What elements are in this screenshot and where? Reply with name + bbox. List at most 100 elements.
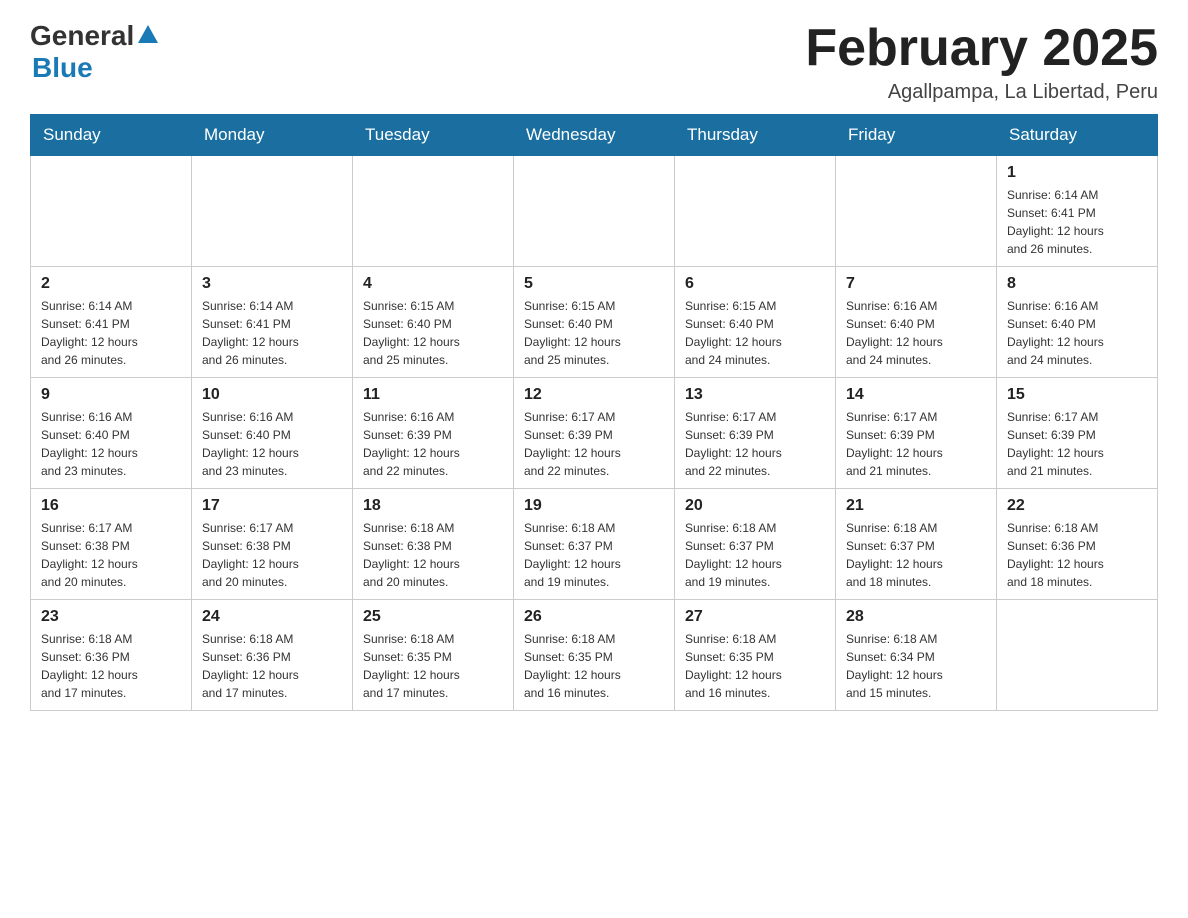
day-cell: 27 Sunrise: 6:18 AM Sunset: 6:35 PM Dayli… — [675, 600, 836, 711]
day-info: Sunrise: 6:14 AM Sunset: 6:41 PM Dayligh… — [202, 297, 342, 369]
day-info: Sunrise: 6:17 AM Sunset: 6:39 PM Dayligh… — [524, 408, 664, 480]
day-cell — [675, 156, 836, 267]
day-info: Sunrise: 6:16 AM Sunset: 6:40 PM Dayligh… — [846, 297, 986, 369]
day-cell: 17 Sunrise: 6:17 AM Sunset: 6:38 PM Dayli… — [192, 489, 353, 600]
day-cell: 9 Sunrise: 6:16 AM Sunset: 6:40 PM Daylig… — [31, 378, 192, 489]
day-number: 22 — [1007, 497, 1147, 515]
week-row-2: 2 Sunrise: 6:14 AM Sunset: 6:41 PM Daylig… — [31, 267, 1158, 378]
day-number: 17 — [202, 497, 342, 515]
day-cell: 8 Sunrise: 6:16 AM Sunset: 6:40 PM Daylig… — [997, 267, 1158, 378]
day-cell: 3 Sunrise: 6:14 AM Sunset: 6:41 PM Daylig… — [192, 267, 353, 378]
day-number: 15 — [1007, 386, 1147, 404]
day-cell: 20 Sunrise: 6:18 AM Sunset: 6:37 PM Dayli… — [675, 489, 836, 600]
day-info: Sunrise: 6:17 AM Sunset: 6:38 PM Dayligh… — [202, 519, 342, 591]
day-cell: 24 Sunrise: 6:18 AM Sunset: 6:36 PM Dayli… — [192, 600, 353, 711]
day-number: 7 — [846, 275, 986, 293]
logo-general-text: General — [30, 20, 134, 52]
day-info: Sunrise: 6:17 AM Sunset: 6:38 PM Dayligh… — [41, 519, 181, 591]
day-cell: 23 Sunrise: 6:18 AM Sunset: 6:36 PM Dayli… — [31, 600, 192, 711]
calendar-subtitle: Agallpampa, La Libertad, Peru — [805, 81, 1158, 104]
day-number: 9 — [41, 386, 181, 404]
day-info: Sunrise: 6:15 AM Sunset: 6:40 PM Dayligh… — [685, 297, 825, 369]
day-number: 18 — [363, 497, 503, 515]
header-cell-monday: Monday — [192, 115, 353, 156]
day-info: Sunrise: 6:16 AM Sunset: 6:40 PM Dayligh… — [41, 408, 181, 480]
day-info: Sunrise: 6:18 AM Sunset: 6:35 PM Dayligh… — [363, 630, 503, 702]
day-number: 23 — [41, 608, 181, 626]
day-cell: 1Sunrise: 6:14 AM Sunset: 6:41 PM Daylig… — [997, 156, 1158, 267]
day-cell: 25 Sunrise: 6:18 AM Sunset: 6:35 PM Dayli… — [353, 600, 514, 711]
day-cell: 26Sunrise: 6:18 AM Sunset: 6:35 PM Dayli… — [514, 600, 675, 711]
day-info: Sunrise: 6:14 AM Sunset: 6:41 PM Dayligh… — [41, 297, 181, 369]
day-cell — [192, 156, 353, 267]
week-row-4: 16Sunrise: 6:17 AM Sunset: 6:38 PM Dayli… — [31, 489, 1158, 600]
day-number: 12 — [524, 386, 664, 404]
day-info: Sunrise: 6:18 AM Sunset: 6:36 PM Dayligh… — [41, 630, 181, 702]
header-cell-friday: Friday — [836, 115, 997, 156]
day-number: 4 — [363, 275, 503, 293]
day-info: Sunrise: 6:18 AM Sunset: 6:35 PM Dayligh… — [685, 630, 825, 702]
day-cell: 2 Sunrise: 6:14 AM Sunset: 6:41 PM Daylig… — [31, 267, 192, 378]
day-info: Sunrise: 6:18 AM Sunset: 6:37 PM Dayligh… — [846, 519, 986, 591]
header-cell-saturday: Saturday — [997, 115, 1158, 156]
day-number: 11 — [363, 386, 503, 404]
day-info: Sunrise: 6:17 AM Sunset: 6:39 PM Dayligh… — [685, 408, 825, 480]
day-cell — [997, 600, 1158, 711]
day-number: 6 — [685, 275, 825, 293]
day-number: 28 — [846, 608, 986, 626]
page-header: General Blue February 2025 Agallpampa, L… — [30, 20, 1158, 104]
day-cell: 5Sunrise: 6:15 AM Sunset: 6:40 PM Daylig… — [514, 267, 675, 378]
day-info: Sunrise: 6:18 AM Sunset: 6:38 PM Dayligh… — [363, 519, 503, 591]
day-cell: 21 Sunrise: 6:18 AM Sunset: 6:37 PM Dayli… — [836, 489, 997, 600]
week-row-5: 23 Sunrise: 6:18 AM Sunset: 6:36 PM Dayli… — [31, 600, 1158, 711]
header-cell-sunday: Sunday — [31, 115, 192, 156]
calendar-header: SundayMondayTuesdayWednesdayThursdayFrid… — [31, 115, 1158, 156]
header-cell-wednesday: Wednesday — [514, 115, 675, 156]
day-cell — [31, 156, 192, 267]
day-info: Sunrise: 6:16 AM Sunset: 6:39 PM Dayligh… — [363, 408, 503, 480]
day-number: 25 — [363, 608, 503, 626]
day-info: Sunrise: 6:14 AM Sunset: 6:41 PM Dayligh… — [1007, 186, 1147, 258]
day-number: 21 — [846, 497, 986, 515]
day-number: 13 — [685, 386, 825, 404]
day-cell: 12 Sunrise: 6:17 AM Sunset: 6:39 PM Dayli… — [514, 378, 675, 489]
day-cell: 6 Sunrise: 6:15 AM Sunset: 6:40 PM Daylig… — [675, 267, 836, 378]
day-cell: 10Sunrise: 6:16 AM Sunset: 6:40 PM Dayli… — [192, 378, 353, 489]
title-section: February 2025 Agallpampa, La Libertad, P… — [805, 20, 1158, 104]
day-cell: 13 Sunrise: 6:17 AM Sunset: 6:39 PM Dayli… — [675, 378, 836, 489]
day-cell — [836, 156, 997, 267]
day-cell: 22 Sunrise: 6:18 AM Sunset: 6:36 PM Dayli… — [997, 489, 1158, 600]
day-number: 27 — [685, 608, 825, 626]
day-info: Sunrise: 6:15 AM Sunset: 6:40 PM Dayligh… — [524, 297, 664, 369]
day-info: Sunrise: 6:18 AM Sunset: 6:37 PM Dayligh… — [685, 519, 825, 591]
day-info: Sunrise: 6:18 AM Sunset: 6:34 PM Dayligh… — [846, 630, 986, 702]
day-cell: 28 Sunrise: 6:18 AM Sunset: 6:34 PM Dayli… — [836, 600, 997, 711]
day-cell: 19 Sunrise: 6:18 AM Sunset: 6:37 PM Dayli… — [514, 489, 675, 600]
day-number: 3 — [202, 275, 342, 293]
day-cell — [514, 156, 675, 267]
logo-container: General Blue — [30, 20, 158, 84]
header-cell-thursday: Thursday — [675, 115, 836, 156]
day-info: Sunrise: 6:18 AM Sunset: 6:36 PM Dayligh… — [202, 630, 342, 702]
day-cell: 18 Sunrise: 6:18 AM Sunset: 6:38 PM Dayli… — [353, 489, 514, 600]
logo-triangle-icon — [138, 25, 158, 43]
day-number: 2 — [41, 275, 181, 293]
day-cell: 11 Sunrise: 6:16 AM Sunset: 6:39 PM Dayli… — [353, 378, 514, 489]
calendar-body: 1Sunrise: 6:14 AM Sunset: 6:41 PM Daylig… — [31, 156, 1158, 711]
day-info: Sunrise: 6:17 AM Sunset: 6:39 PM Dayligh… — [1007, 408, 1147, 480]
day-cell: 16Sunrise: 6:17 AM Sunset: 6:38 PM Dayli… — [31, 489, 192, 600]
week-row-1: 1Sunrise: 6:14 AM Sunset: 6:41 PM Daylig… — [31, 156, 1158, 267]
logo: General Blue — [30, 20, 158, 84]
day-number: 20 — [685, 497, 825, 515]
day-cell: 4Sunrise: 6:15 AM Sunset: 6:40 PM Daylig… — [353, 267, 514, 378]
day-cell: 15 Sunrise: 6:17 AM Sunset: 6:39 PM Dayli… — [997, 378, 1158, 489]
day-info: Sunrise: 6:18 AM Sunset: 6:37 PM Dayligh… — [524, 519, 664, 591]
day-number: 19 — [524, 497, 664, 515]
logo-row1: General — [30, 20, 158, 52]
day-info: Sunrise: 6:18 AM Sunset: 6:36 PM Dayligh… — [1007, 519, 1147, 591]
day-number: 8 — [1007, 275, 1147, 293]
day-info: Sunrise: 6:16 AM Sunset: 6:40 PM Dayligh… — [1007, 297, 1147, 369]
day-number: 24 — [202, 608, 342, 626]
day-cell: 7 Sunrise: 6:16 AM Sunset: 6:40 PM Daylig… — [836, 267, 997, 378]
calendar-table: SundayMondayTuesdayWednesdayThursdayFrid… — [30, 114, 1158, 711]
